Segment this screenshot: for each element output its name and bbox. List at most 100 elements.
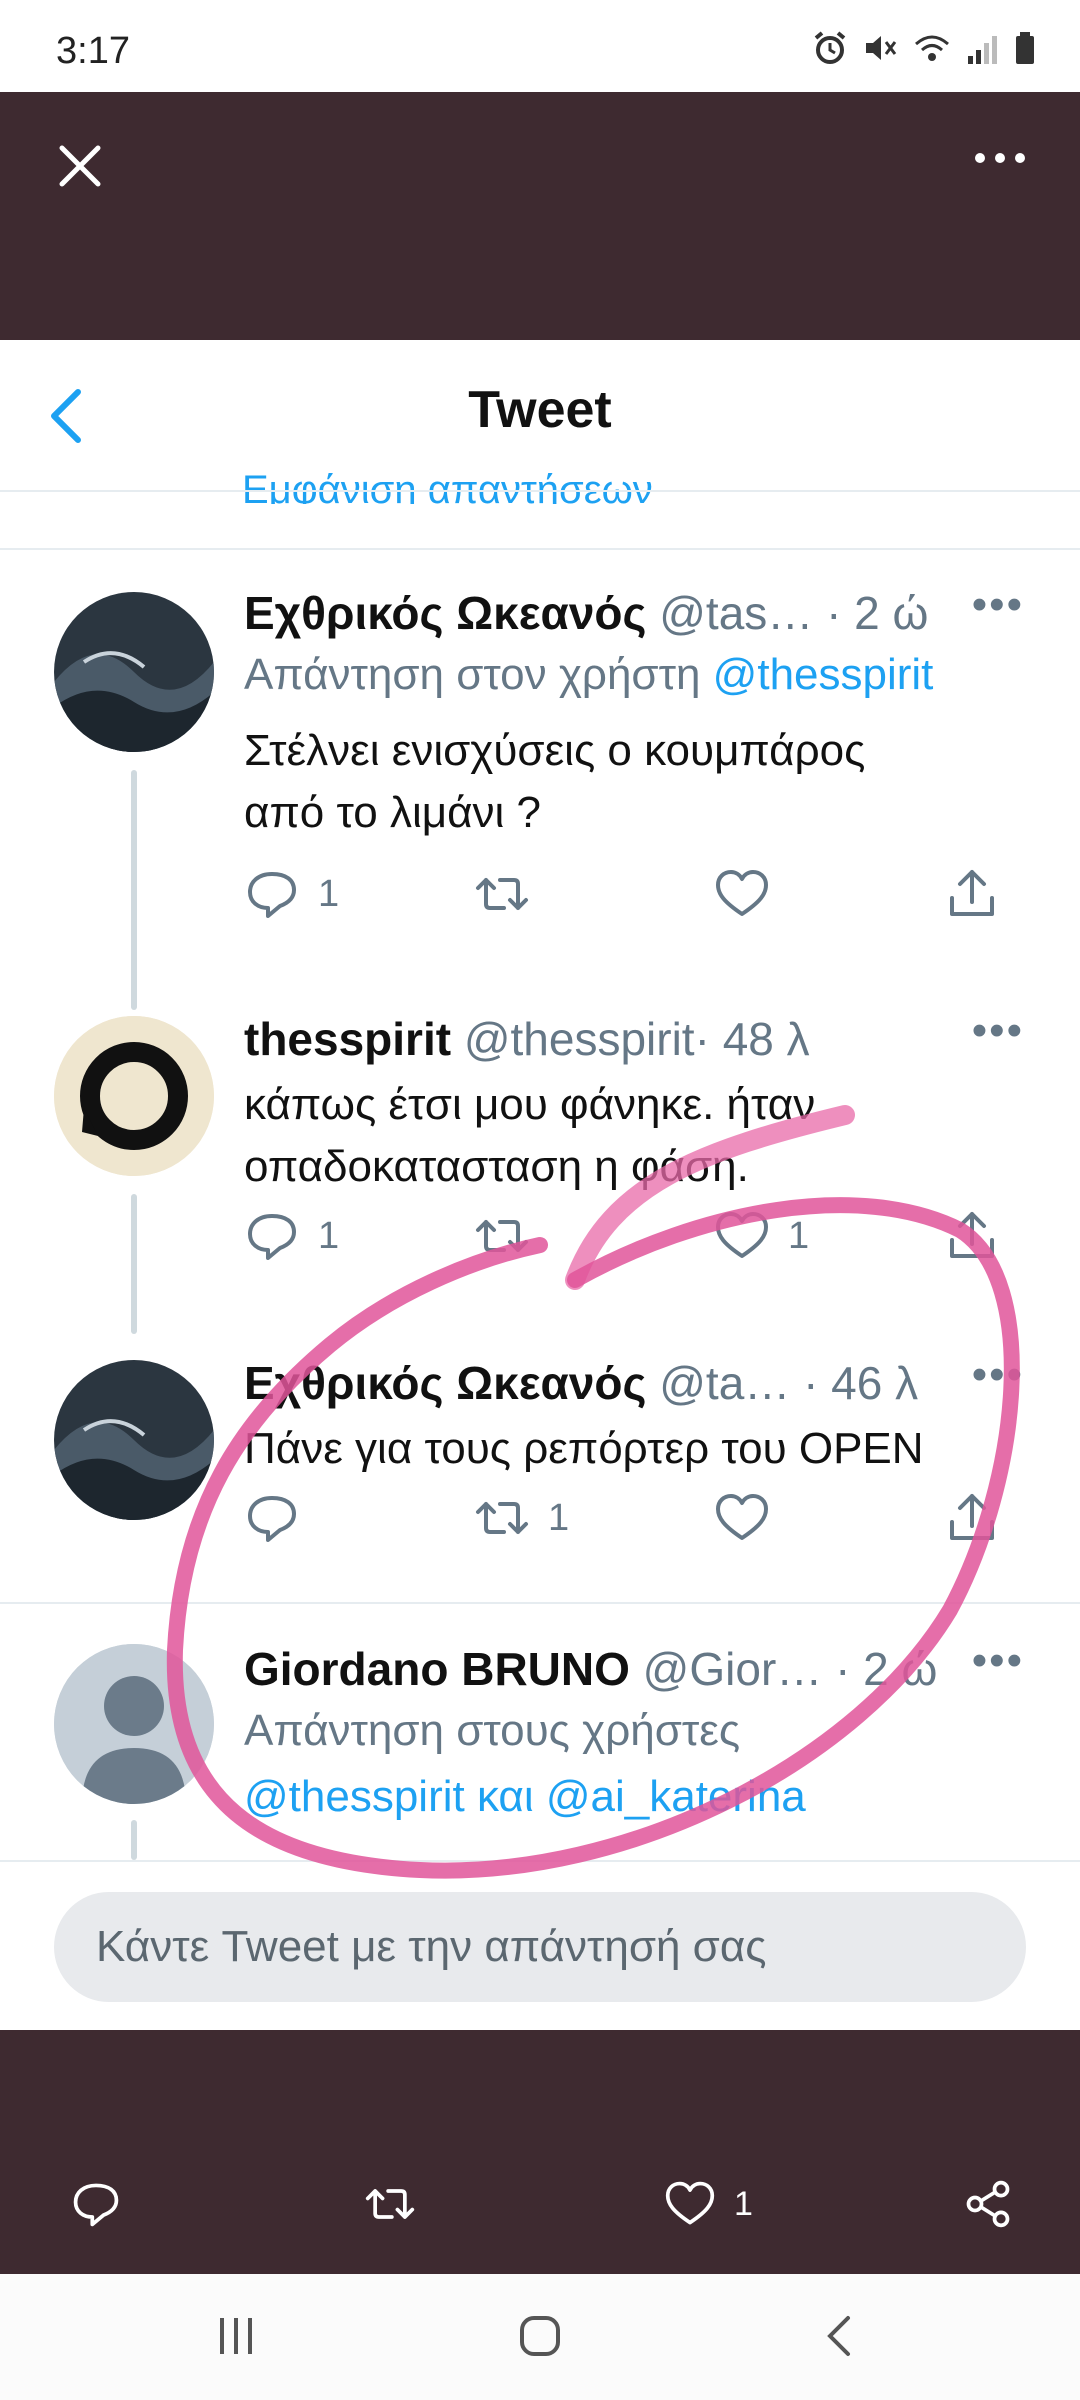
tweet-1-share-button[interactable]: [944, 866, 1000, 922]
tweet-2-actions: 1 1: [244, 1208, 1024, 1278]
tweet-1-reply-users[interactable]: @thesspirit: [713, 650, 934, 699]
share-icon: [966, 2180, 1010, 2228]
reply-icon: [248, 872, 296, 918]
tweet-3-retweet-button[interactable]: 1: [474, 1490, 569, 1546]
tweet-3-handle[interactable]: @ta…: [659, 1357, 790, 1409]
avatar-ocean-2[interactable]: [54, 1360, 214, 1520]
retweet-icon: [365, 2189, 415, 2219]
tweet-2-line-2: οπαδοκατασταση η φάση.: [244, 1142, 749, 1191]
tweet-3-more-icon[interactable]: •••: [972, 1350, 1024, 1400]
retweet-icon: [476, 878, 528, 910]
tweet-3-like-button[interactable]: [714, 1490, 788, 1546]
signal-icon: [968, 36, 997, 64]
divider: [0, 548, 1080, 550]
tweet-4-header: Giordano BRUNO @Gior… · 2 ώ: [244, 1642, 937, 1696]
tweet-1-line-1: Στέλνει ενισχύσεις ο κουμπάρος: [244, 726, 866, 775]
tweet-2-reply-button[interactable]: 1: [244, 1208, 339, 1264]
tweet-2-handle[interactable]: @thesspirit: [464, 1013, 695, 1065]
tweet-1-reply-button[interactable]: 1: [244, 866, 339, 922]
tweet-1-time: · 2 ώ: [826, 587, 929, 639]
tweet-1-more-icon[interactable]: •••: [972, 580, 1024, 630]
reply-box-area: Κάντε Tweet με την απάντησή σας: [0, 1860, 1080, 2032]
retweet-icon: [476, 1502, 528, 1534]
tweet-3-actions: 1: [244, 1490, 1024, 1560]
recent-apps-icon[interactable]: [214, 2314, 258, 2358]
tweet-1-reply-to: Απάντηση στον χρήστη @thesspirit: [244, 650, 933, 700]
like-icon: [716, 1212, 768, 1258]
tweet-2-more-icon[interactable]: •••: [972, 1006, 1024, 1056]
tweet-2-reply-count: 1: [318, 1214, 340, 1257]
tweet-3-reply-button[interactable]: [244, 1490, 318, 1546]
like-icon: [716, 1494, 768, 1540]
tweet-1-handle[interactable]: @tas…: [659, 587, 813, 639]
tweet-1-line-2: από το λιμάνι ?: [244, 788, 541, 837]
tweet-1-text: Στέλνει ενισχύσεις ο κουμπάρος από το λι…: [244, 720, 1024, 844]
bottom-share-button[interactable]: [962, 2178, 1014, 2230]
like-icon: [665, 2181, 715, 2225]
wifi-icon: [915, 35, 949, 61]
tweet-1-reply-count: 1: [318, 872, 340, 915]
tweet-2-line-1: κάπως έτσι μου φάνηκε. ήταν: [244, 1080, 816, 1129]
tweet-2-time: · 48 λ: [694, 1013, 810, 1065]
status-time: 3:17: [56, 30, 130, 72]
tweet-4-time: · 2 ώ: [835, 1643, 938, 1695]
more-icon[interactable]: [970, 148, 1030, 168]
tweet-3-name[interactable]: Εχθρικός Ωκεανός: [244, 1357, 646, 1409]
divider-2: [0, 1602, 1080, 1604]
bottom-retweet-button[interactable]: [364, 2178, 416, 2230]
nav-back-icon[interactable]: [820, 2314, 860, 2358]
status-bar: 3:17: [0, 0, 1080, 92]
tweet-2-name[interactable]: thesspirit: [244, 1013, 451, 1065]
avatar-default[interactable]: [54, 1644, 214, 1804]
share-icon: [950, 870, 994, 916]
tweet-3-line-1: Πάνε για τους ρεπόρτερ του OPEN: [244, 1424, 924, 1473]
reply-icon: [248, 1496, 296, 1542]
page-title: Tweet: [468, 381, 612, 439]
tweet-card: Εμφάνιση απαντήσεων Tweet Εχθρικός Ωκεαν…: [0, 340, 1080, 2030]
reply-input[interactable]: Κάντε Tweet με την απάντησή σας: [54, 1892, 1026, 2002]
tweet-1-retweet-button[interactable]: [474, 866, 548, 922]
tweet-header-bar: Tweet: [0, 340, 1080, 492]
thread-line: [131, 770, 137, 1010]
tweet-4-reply-users[interactable]: @thesspirit και @ai_katerina: [244, 1772, 806, 1822]
close-icon[interactable]: [56, 142, 104, 190]
avatar-enso[interactable]: [54, 1016, 214, 1176]
battery-icon: [1016, 32, 1034, 64]
home-icon[interactable]: [516, 2314, 564, 2358]
tweet-3-header: Εχθρικός Ωκεανός @ta… · 46 λ: [244, 1356, 918, 1410]
tweet-3-share-button[interactable]: [944, 1490, 1000, 1546]
tweet-1-name[interactable]: Εχθρικός Ωκεανός: [244, 587, 646, 639]
tweet-2-text: κάπως έτσι μου φάνηκε. ήταν οπαδοκαταστα…: [244, 1074, 1024, 1198]
thread-line-3: [131, 1820, 137, 1860]
tweet-3-text: Πάνε για τους ρεπόρτερ του OPEN: [244, 1418, 1024, 1480]
avatar-ocean[interactable]: [54, 592, 214, 752]
tweet-4-reply-prefix: Απάντηση στους χρήστες: [244, 1706, 741, 1755]
tweet-3-retweet-count: 1: [548, 1496, 570, 1539]
share-icon: [950, 1494, 994, 1540]
tweet-3-time: · 46 λ: [803, 1357, 919, 1409]
retweet-icon: [476, 1220, 528, 1252]
tweet-2-like-button[interactable]: 1: [714, 1208, 809, 1264]
tweet-4-more-icon[interactable]: •••: [972, 1636, 1024, 1686]
tweet-1-actions: 1: [244, 866, 1024, 936]
tweet-1-reply-prefix: Απάντηση στον χρήστη: [244, 650, 713, 699]
tweet-2-retweet-button[interactable]: [474, 1208, 548, 1264]
tweet-2-share-button[interactable]: [944, 1208, 1000, 1264]
reply-icon: [73, 2183, 119, 2227]
thread-line-2: [131, 1194, 137, 1334]
tweet-4-reply-to: Απάντηση στους χρήστες @thesspirit και @…: [244, 1706, 806, 1822]
bottom-action-band: 1: [0, 2030, 1080, 2274]
tweet-1-header: Εχθρικός Ωκεανός @tas… · 2 ώ: [244, 586, 928, 640]
system-nav-bar: [0, 2274, 1080, 2400]
bottom-like-button[interactable]: 1: [664, 2178, 753, 2230]
alarm-icon: [814, 31, 846, 64]
share-icon: [950, 1212, 994, 1258]
status-icons: [812, 30, 1036, 66]
tweet-4-handle[interactable]: @Gior…: [643, 1643, 823, 1695]
top-app-band: [0, 92, 1080, 340]
tweet-4-name[interactable]: Giordano BRUNO: [244, 1643, 630, 1695]
mute-icon: [866, 36, 897, 60]
tweet-2-like-count: 1: [788, 1214, 810, 1257]
bottom-reply-button[interactable]: [70, 2178, 122, 2230]
tweet-1-like-button[interactable]: [714, 866, 788, 922]
